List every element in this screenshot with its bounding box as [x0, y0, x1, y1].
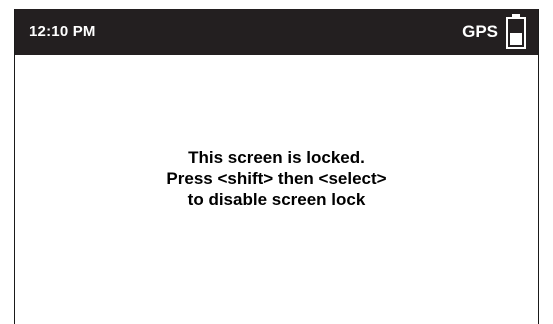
lock-screen: This screen is locked. Press <shift> the…: [15, 55, 538, 324]
lock-message: This screen is locked. Press <shift> the…: [15, 147, 538, 210]
lock-message-line-3: to disable screen lock: [187, 190, 366, 209]
battery-icon: [505, 13, 527, 50]
status-time: 12:10 PM: [29, 23, 96, 40]
device-screen: 12:10 PM GPS This screen is locked. Pres…: [14, 9, 539, 324]
lock-message-line-1: This screen is locked.: [188, 148, 365, 167]
status-bar: 12:10 PM GPS: [15, 9, 538, 55]
gps-indicator: GPS: [462, 22, 498, 41]
lock-message-line-2: Press <shift> then <select>: [166, 169, 387, 188]
